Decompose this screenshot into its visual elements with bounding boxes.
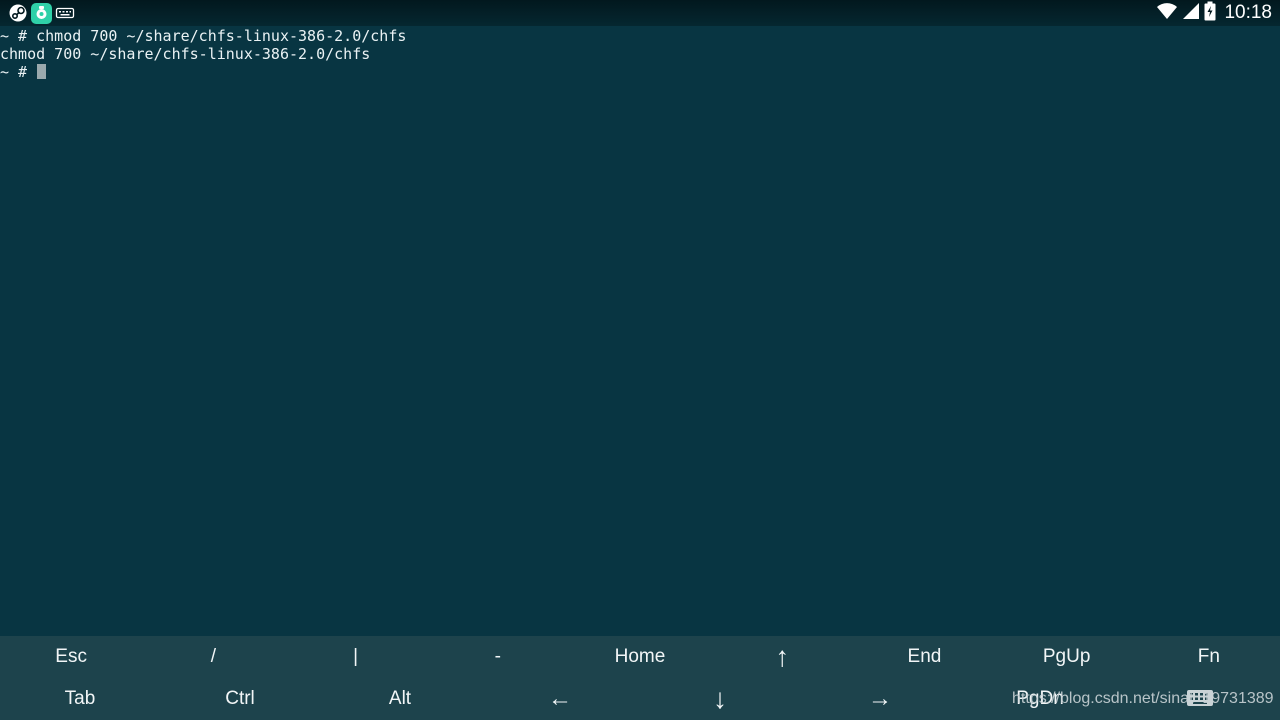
steam-icon: [8, 3, 28, 23]
esc-key[interactable]: Esc: [0, 636, 142, 678]
home-key[interactable]: Home: [569, 636, 711, 678]
slash-key[interactable]: /: [142, 636, 284, 678]
terminal-view[interactable]: ~ # chmod 700 ~/share/chfs-linux-386-2.0…: [0, 27, 1280, 635]
terminal-prompt: ~ #: [0, 63, 37, 82]
dash-key[interactable]: -: [427, 636, 569, 678]
pgup-key[interactable]: PgUp: [996, 636, 1138, 678]
notification-area: [8, 2, 75, 24]
pipe-key[interactable]: |: [284, 636, 426, 678]
termux-app: 10:18 ~ # chmod 700 ~/share/chfs-linux-3…: [0, 0, 1280, 720]
app-store-icon: [31, 2, 52, 24]
tab-key[interactable]: Tab: [0, 678, 160, 720]
signal-icon: [1182, 2, 1200, 24]
end-key[interactable]: End: [853, 636, 995, 678]
extra-keys-row-1: Esc / | - Home ↑ End PgUp Fn: [0, 636, 1280, 678]
alt-key[interactable]: Alt: [320, 678, 480, 720]
wifi-icon: [1156, 2, 1178, 24]
extra-keys-bar: Esc / | - Home ↑ End PgUp Fn Tab Ctrl Al…: [0, 636, 1280, 720]
extra-keys-row-2: Tab Ctrl Alt ← ↓ → PgDn: [0, 678, 1280, 720]
ctrl-key[interactable]: Ctrl: [160, 678, 320, 720]
fn-key[interactable]: Fn: [1138, 636, 1280, 678]
terminal-line: ~ # chmod 700 ~/share/chfs-linux-386-2.0…: [0, 27, 407, 45]
terminal-line: chmod 700 ~/share/chfs-linux-386-2.0/chf…: [0, 45, 371, 64]
keyboard-icon: [1186, 688, 1214, 712]
terminal-prompt-line: ~ #: [0, 63, 1280, 81]
pgdn-key[interactable]: PgDn: [960, 678, 1120, 720]
arrow-up-key[interactable]: ↑: [711, 636, 853, 678]
arrow-left-key[interactable]: ←: [480, 678, 640, 720]
terminal-cursor: [37, 64, 47, 80]
status-bar: 10:18: [0, 0, 1280, 26]
status-clock: 10:18: [1224, 2, 1272, 23]
system-tray: 10:18: [1156, 0, 1272, 26]
battery-charging-icon: [1204, 1, 1216, 25]
keyboard-toggle-button[interactable]: [1186, 689, 1214, 711]
arrow-down-key[interactable]: ↓: [640, 678, 800, 720]
arrow-right-key[interactable]: →: [800, 678, 960, 720]
keyboard-icon: [55, 3, 75, 23]
